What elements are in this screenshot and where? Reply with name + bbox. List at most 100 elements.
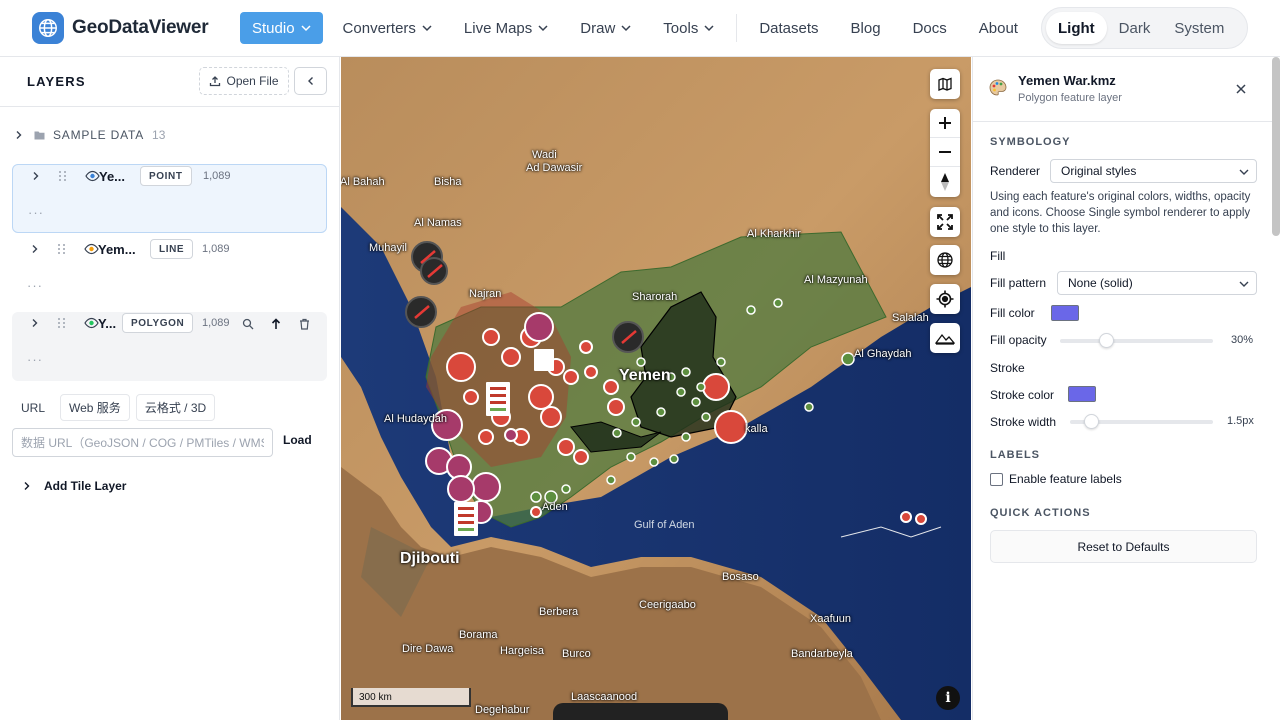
fill-opacity-slider[interactable] bbox=[1060, 333, 1213, 348]
chevron-right-icon[interactable] bbox=[31, 171, 41, 181]
chevron-right-icon[interactable] bbox=[30, 318, 40, 328]
zoom-controls bbox=[930, 109, 960, 197]
geolocate-button[interactable] bbox=[930, 284, 960, 314]
stroke-color-swatch[interactable] bbox=[1068, 386, 1096, 402]
place-label: Ceerigaabo bbox=[639, 599, 696, 611]
map-toolbar[interactable] bbox=[553, 703, 728, 720]
layer-feature-count: 1,089 bbox=[202, 317, 230, 329]
close-icon[interactable] bbox=[1234, 82, 1248, 96]
layer-more[interactable]: ··· bbox=[28, 205, 44, 220]
move-layer-up-icon[interactable] bbox=[262, 314, 290, 334]
collapse-panel-button[interactable] bbox=[294, 67, 327, 95]
slider-knob[interactable] bbox=[1098, 333, 1114, 348]
layer-type-badge: LINE bbox=[150, 239, 194, 259]
layer-more[interactable]: ··· bbox=[27, 352, 43, 367]
eye-icon[interactable] bbox=[84, 243, 99, 255]
place-label: Borama bbox=[459, 629, 498, 641]
nav-docs[interactable]: Docs bbox=[901, 12, 959, 44]
nav-converters[interactable]: Converters bbox=[331, 12, 444, 44]
sample-data-group[interactable]: SAMPLE DATA 13 bbox=[14, 128, 165, 142]
drag-handle-icon[interactable] bbox=[58, 170, 68, 182]
chevron-right-icon[interactable] bbox=[30, 244, 40, 254]
data-url-input[interactable] bbox=[12, 428, 273, 457]
map-scale-bar: 300 km bbox=[351, 688, 471, 707]
load-button[interactable]: Load bbox=[283, 433, 312, 447]
brand[interactable]: GeoDataViewer bbox=[32, 12, 209, 44]
brand-name: GeoDataViewer bbox=[72, 17, 209, 38]
panel-scrollbar[interactable] bbox=[1272, 57, 1280, 236]
zoom-out-button[interactable] bbox=[930, 138, 960, 167]
trash-icon[interactable] bbox=[290, 314, 318, 334]
nav-blog[interactable]: Blog bbox=[839, 12, 893, 44]
nav-draw[interactable]: Draw bbox=[568, 12, 643, 44]
drag-handle-icon[interactable] bbox=[57, 243, 67, 255]
add-tile-layer[interactable]: Add Tile Layer bbox=[22, 479, 126, 493]
slider-knob[interactable] bbox=[1084, 414, 1100, 429]
layer-item-point[interactable]: Ye... POINT 1,089 ··· bbox=[12, 164, 327, 233]
place-label: Ad Dawasir bbox=[526, 162, 583, 174]
zoom-in-button[interactable] bbox=[930, 109, 960, 138]
tab-web-service[interactable]: Web 服务 bbox=[60, 394, 130, 421]
nav-live-maps-label: Live Maps bbox=[463, 19, 533, 37]
stroke-width-slider[interactable] bbox=[1070, 414, 1213, 429]
compass-icon bbox=[941, 172, 949, 191]
country-label: Djibouti bbox=[400, 550, 460, 567]
layer-tools bbox=[234, 314, 318, 334]
locate-icon bbox=[936, 290, 954, 308]
attribution-info-button[interactable]: i bbox=[936, 686, 960, 710]
fill-color-label: Fill color bbox=[990, 306, 1035, 320]
chevron-down-icon bbox=[301, 25, 311, 32]
nav-live-maps[interactable]: Live Maps bbox=[452, 12, 560, 44]
reset-bearing-button[interactable] bbox=[930, 167, 960, 196]
chevron-right-icon bbox=[16, 131, 22, 139]
place-label: Al Ghaydah bbox=[854, 348, 912, 360]
fullscreen-button[interactable] bbox=[930, 207, 960, 237]
stroke-width-label: Stroke width bbox=[990, 415, 1057, 429]
theme-dark-button[interactable]: Dark bbox=[1107, 12, 1163, 44]
fill-pattern-label: Fill pattern bbox=[990, 276, 1047, 290]
chevron-left-icon bbox=[307, 77, 313, 85]
country-label: Yemen bbox=[619, 367, 671, 384]
fill-color-swatch[interactable] bbox=[1051, 305, 1079, 321]
globe-projection-button[interactable] bbox=[930, 245, 960, 275]
layer-item-line[interactable]: Yem... LINE 1,089 ··· bbox=[12, 238, 327, 307]
layers-panel: LAYERS Open File SAMPLE DATA 13 Ye... PO… bbox=[0, 57, 340, 720]
layer-more[interactable]: ··· bbox=[27, 278, 43, 293]
nav-datasets[interactable]: Datasets bbox=[747, 12, 830, 44]
tab-url[interactable]: URL bbox=[12, 394, 54, 421]
sample-data-count: 13 bbox=[152, 128, 166, 142]
nav-about[interactable]: About bbox=[967, 12, 1030, 44]
basemap-toggle-button[interactable] bbox=[930, 69, 960, 99]
labels-heading: LABELS bbox=[990, 449, 1040, 461]
terrain-button[interactable] bbox=[930, 323, 960, 353]
drag-handle-icon[interactable] bbox=[57, 317, 67, 329]
theme-system-button[interactable]: System bbox=[1162, 12, 1236, 44]
zoom-to-layer-search-icon[interactable] bbox=[234, 314, 262, 334]
tab-cloud-format-3d[interactable]: 云格式 / 3D bbox=[135, 394, 216, 421]
renderer-select[interactable]: Original styles bbox=[1050, 159, 1257, 183]
enable-labels-checkbox[interactable] bbox=[990, 473, 1003, 486]
eye-icon[interactable] bbox=[85, 170, 100, 182]
symbology-heading: SYMBOLOGY bbox=[990, 136, 1071, 148]
place-label: Al Hudaydah bbox=[384, 413, 447, 425]
renderer-label: Renderer bbox=[990, 164, 1041, 178]
chevron-right-icon bbox=[24, 482, 30, 490]
eye-icon[interactable] bbox=[84, 317, 99, 329]
layers-panel-header: LAYERS Open File bbox=[0, 57, 339, 107]
layer-name: Y... bbox=[98, 316, 117, 331]
theme-light-button[interactable]: Light bbox=[1046, 12, 1107, 44]
upload-icon bbox=[210, 76, 221, 87]
open-file-button[interactable]: Open File bbox=[199, 67, 289, 95]
place-label: Bisha bbox=[434, 176, 462, 188]
place-label: Bosaso bbox=[722, 571, 759, 583]
nav-studio[interactable]: Studio bbox=[240, 12, 323, 44]
chevron-down-icon bbox=[422, 25, 432, 32]
layer-file-name: Yemen War.kmz bbox=[1018, 73, 1116, 88]
map-canvas[interactable]: Wadi Ad Dawasir Al Bahah Bisha Al Namas … bbox=[341, 57, 971, 720]
fill-pattern-select[interactable]: None (solid) bbox=[1057, 271, 1257, 295]
enable-labels-label[interactable]: Enable feature labels bbox=[1009, 472, 1122, 486]
reset-to-defaults-button[interactable]: Reset to Defaults bbox=[990, 530, 1257, 563]
place-label: Laascaanood bbox=[571, 691, 638, 703]
nav-tools[interactable]: Tools bbox=[651, 12, 726, 44]
layer-item-polygon[interactable]: Y... POLYGON 1,089 ··· bbox=[12, 312, 327, 381]
